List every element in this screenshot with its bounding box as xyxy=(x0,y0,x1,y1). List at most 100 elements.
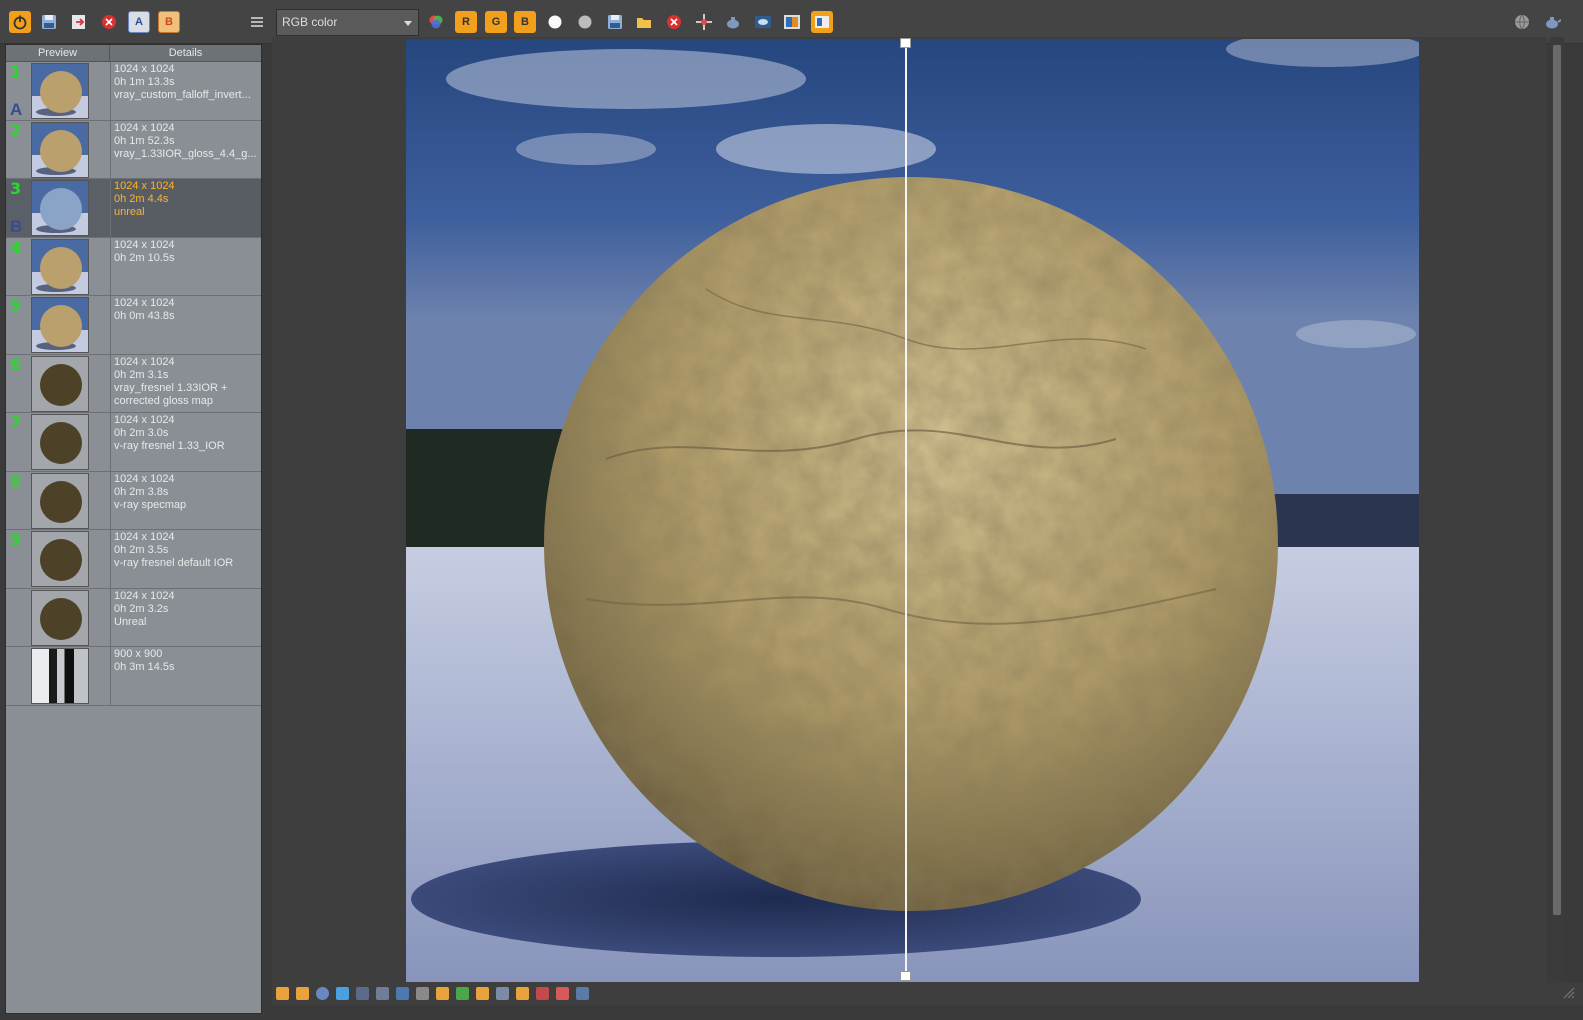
history-row[interactable]: 7 1024 x 1024 0h 2m 3.0s v-ray fresnel 1.33… xyxy=(6,413,261,472)
clear-image-icon[interactable] xyxy=(663,11,685,33)
history-row-number: 7 xyxy=(10,413,22,432)
fit-icon[interactable] xyxy=(576,987,589,1000)
history-detail-line: 0h 3m 14.5s xyxy=(114,661,175,673)
image-icon[interactable] xyxy=(456,987,469,1000)
lens-effects-icon[interactable] xyxy=(752,11,774,33)
chevron-down-icon xyxy=(404,21,412,26)
grid-icon[interactable] xyxy=(436,987,449,1000)
history-row-number: 4 xyxy=(10,237,22,257)
compare-horizontal-icon[interactable] xyxy=(536,987,549,1000)
history-thumbnail[interactable] xyxy=(31,648,89,704)
ab-compare-marker: A xyxy=(10,99,23,119)
history-detail-line: 0h 2m 3.2s xyxy=(114,602,169,615)
history-thumbnail[interactable] xyxy=(31,121,89,178)
history-details: 900 x 900 0h 3m 14.5s xyxy=(110,647,261,705)
history-row[interactable]: 6 1024 x 1024 0h 2m 3.1s vray_fresnel 1.33I… xyxy=(6,354,261,413)
render-image[interactable] xyxy=(406,39,1419,982)
green-channel-button[interactable]: G xyxy=(485,11,507,33)
save-icon[interactable] xyxy=(38,11,60,33)
export-icon[interactable] xyxy=(68,11,90,33)
histogram-icon[interactable] xyxy=(396,987,409,1000)
curve-icon[interactable] xyxy=(416,987,429,1000)
compare-icon[interactable] xyxy=(781,11,803,33)
compare-handle-bottom[interactable] xyxy=(900,971,911,981)
history-thumbnail[interactable] xyxy=(31,589,89,646)
info-icon[interactable] xyxy=(316,987,329,1000)
lut-icon[interactable] xyxy=(476,987,489,1000)
history-row-number: 3 xyxy=(10,179,22,198)
history-row[interactable]: 1 A 1024 x 1024 0h 1m 13.3s vray_custom_fall… xyxy=(6,62,261,121)
history-details: 1024 x 1024 0h 2m 3.5s v-ray fresnel defau… xyxy=(110,530,261,588)
history-detail-line: vray_1.33IOR_gloss_4.4_g... xyxy=(114,147,257,160)
history-row[interactable]: 900 x 900 0h 3m 14.5s xyxy=(6,647,261,706)
open-folder-icon[interactable] xyxy=(633,11,655,33)
history-thumbnail[interactable] xyxy=(31,297,89,353)
power-icon[interactable] xyxy=(9,11,31,33)
history-row[interactable]: 5 1024 x 1024 0h 0m 43.8s xyxy=(6,296,261,355)
red-channel-button[interactable]: R xyxy=(455,11,477,33)
history-detail-line: 0h 2m 3.5s xyxy=(114,544,169,556)
color-channels-icon[interactable] xyxy=(425,11,447,33)
history-row[interactable]: 2 1024 x 1024 0h 1m 52.3s vray_1.33IOR_glos… xyxy=(6,120,261,179)
history-thumbnail[interactable] xyxy=(31,63,89,119)
history-details: 1024 x 1024 0h 2m 3.8s v-ray specmap xyxy=(110,471,261,529)
history-thumbnail[interactable] xyxy=(31,414,89,470)
history-detail-line: vray_custom_falloff_invert... xyxy=(114,89,251,101)
history-thumbnail[interactable] xyxy=(31,180,89,236)
history-row[interactable]: 8 1024 x 1024 0h 2m 3.8s v-ray specmap xyxy=(6,471,261,530)
history-header: Preview Details xyxy=(6,45,261,62)
history-details: 1024 x 1024 0h 1m 52.3s vray_1.33IOR_gloss… xyxy=(110,120,261,178)
history-detail-line: v-ray specmap xyxy=(114,498,187,511)
history-detail-line: 900 x 900 xyxy=(114,648,163,660)
stats-icon[interactable] xyxy=(356,987,369,1000)
history-detail-line: Unreal xyxy=(114,615,147,628)
history-details: 1024 x 1024 0h 2m 4.4s unreal xyxy=(110,179,261,237)
history-thumbnail[interactable] xyxy=(31,238,89,295)
clear-icon[interactable] xyxy=(98,11,120,33)
history-row[interactable]: 4 1024 x 1024 0h 2m 10.5s xyxy=(6,237,261,296)
ab-compare-marker: B xyxy=(10,216,23,236)
blue-channel-button[interactable]: B xyxy=(514,11,536,33)
history-row[interactable]: 3 B 1024 x 1024 0h 2m 4.4s unreal xyxy=(6,179,261,238)
test-resolution-icon[interactable] xyxy=(516,987,529,1000)
history-detail-line: 1024 x 1024 xyxy=(114,238,175,251)
history-row[interactable]: 1024 x 1024 0h 2m 3.2s Unreal xyxy=(6,588,261,647)
menu-icon[interactable] xyxy=(246,11,268,33)
history-detail-line: corrected gloss map xyxy=(114,394,214,407)
region-render-icon[interactable] xyxy=(693,11,715,33)
gray-circle-icon[interactable] xyxy=(574,11,596,33)
history-row-number: 2 xyxy=(10,120,22,140)
globe-icon[interactable] xyxy=(1511,11,1533,33)
history-row[interactable]: 9 1024 x 1024 0h 2m 3.5s v-ray fresnel defa… xyxy=(6,530,261,589)
history-panel-icon[interactable] xyxy=(276,987,289,1000)
preview-column-header[interactable]: Preview xyxy=(6,45,110,61)
history-detail-line: v-ray fresnel 1.33_IOR xyxy=(114,440,225,452)
scrollbar-thumb[interactable] xyxy=(1553,45,1561,915)
teapot-render-icon[interactable] xyxy=(1541,11,1563,33)
history-detail-line: 0h 2m 10.5s xyxy=(114,251,175,264)
history-details: 1024 x 1024 0h 1m 13.3s vray_custom_fallof… xyxy=(110,62,261,120)
history-thumbnail[interactable] xyxy=(31,472,89,529)
white-circle-icon[interactable] xyxy=(544,11,566,33)
teapot-icon[interactable] xyxy=(722,11,744,33)
history-detail-line: 1024 x 1024 xyxy=(114,63,175,75)
compare-handle-top[interactable] xyxy=(900,38,911,48)
color-correction-icon[interactable] xyxy=(336,987,349,1000)
a-icon[interactable]: A xyxy=(128,11,150,33)
lines-icon[interactable] xyxy=(376,987,389,1000)
history-detail-line: 1024 x 1024 xyxy=(114,121,175,134)
display-icon[interactable] xyxy=(496,987,509,1000)
compare-divider[interactable] xyxy=(905,39,907,979)
channel-select[interactable]: RGB color xyxy=(276,9,419,36)
b-icon[interactable]: B xyxy=(158,11,180,33)
history-row-number: 8 xyxy=(10,471,22,491)
history-detail-line: v-ray fresnel default IOR xyxy=(114,557,234,569)
history-thumbnail[interactable] xyxy=(31,531,89,587)
history-thumbnail[interactable] xyxy=(31,355,89,412)
history-toggle-icon[interactable] xyxy=(811,11,833,33)
resize-grip-icon[interactable] xyxy=(1560,984,1576,1000)
details-column-header[interactable]: Details xyxy=(110,45,261,61)
save-image-icon[interactable] xyxy=(604,11,626,33)
layer-list-icon[interactable] xyxy=(296,987,309,1000)
levels-icon[interactable] xyxy=(556,987,569,1000)
